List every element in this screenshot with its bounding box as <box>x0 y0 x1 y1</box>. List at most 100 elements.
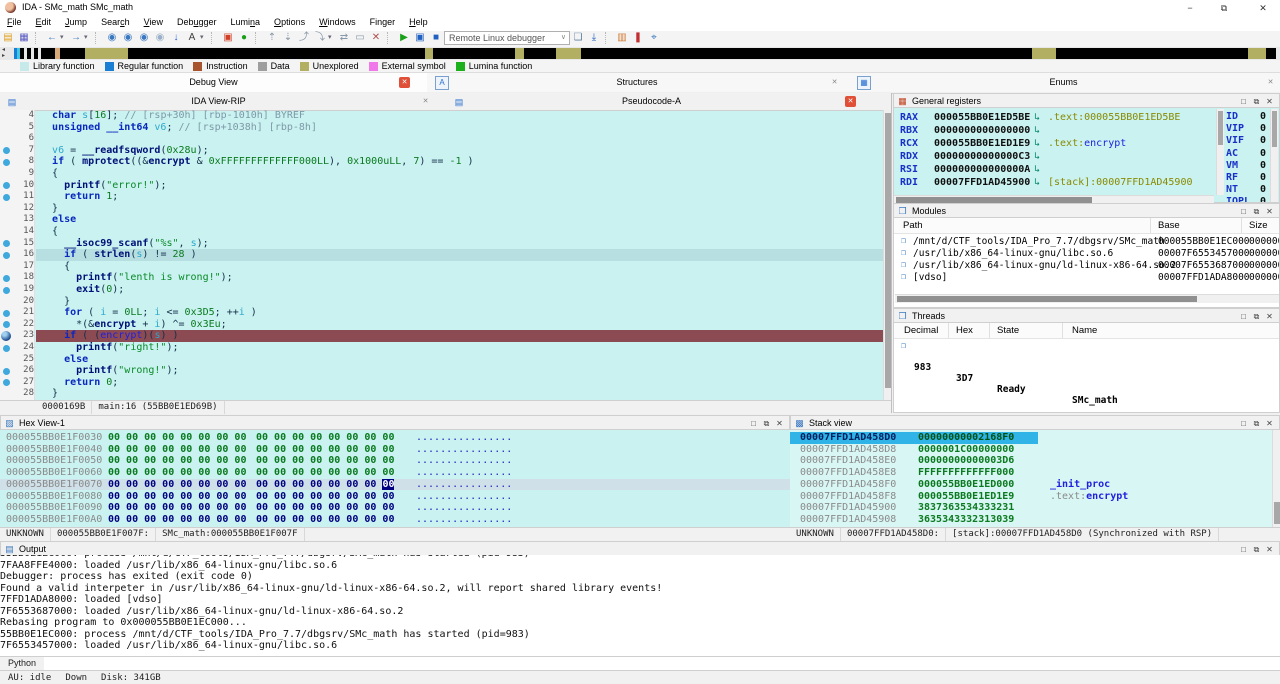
code-line-17[interactable]: 17 { <box>0 261 891 273</box>
code-line-15[interactable]: 15 __isoc99_scanf("%s", s); <box>0 238 891 250</box>
flag-rf[interactable]: RF0 <box>1226 172 1238 184</box>
stack-maximize-icon[interactable]: □ <box>1237 419 1250 428</box>
menu-edit[interactable]: Edit <box>29 16 59 28</box>
stack-row[interactable]: 00007FFD1AD458F8000055BB0E1ED1E9.text:en… <box>790 491 1280 503</box>
run-to-cursor-icon[interactable]: ⤵ <box>312 31 328 45</box>
navband-segments[interactable] <box>14 48 1276 59</box>
stack-row[interactable]: 00007FFD1AD458D80000001C00000000 <box>790 444 1280 456</box>
modules-maximize-icon[interactable]: □ <box>1237 207 1250 216</box>
flag-nt[interactable]: NT0 <box>1226 184 1238 196</box>
search-disabled-icon[interactable]: ◉ <box>152 31 168 45</box>
registers-maximize-icon[interactable]: □ <box>1237 97 1250 106</box>
code-line-25[interactable]: 25 else <box>0 354 891 366</box>
code-line-20[interactable]: 20 } <box>0 296 891 308</box>
step-into-icon[interactable]: ⇡ <box>264 31 280 45</box>
module-row[interactable]: ❒/mnt/d/CTF_tools/IDA_Pro_7.7/dbgsrv/SMc… <box>894 236 1280 248</box>
code-line-10[interactable]: 10 printf("error!"); <box>0 180 891 192</box>
code-line-8[interactable]: 8 if ( mprotect((&encrypt & 0xFFFFFFFFFF… <box>0 156 891 168</box>
nav-forward-icon[interactable]: → <box>68 31 84 45</box>
code-line-22[interactable]: 22 *(&encrypt + i) ^= 0x3Eu; <box>0 319 891 331</box>
hex-row[interactable]: 000055BB0E1F007000 00 00 00 00 00 00 000… <box>0 479 790 491</box>
code-line-14[interactable]: 14 { <box>0 226 891 238</box>
hexview-panel-header[interactable]: ▨ Hex View-1 □⧉✕ <box>0 415 790 430</box>
modules-float-icon[interactable]: ⧉ <box>1250 207 1263 217</box>
threads-maximize-icon[interactable]: □ <box>1237 312 1250 321</box>
firefox-like-icon[interactable]: ▥ <box>614 31 630 45</box>
hex-row[interactable]: 000055BB0E1F004000 00 00 00 00 00 00 000… <box>0 444 790 456</box>
search-next-icon[interactable]: ◉ <box>120 31 136 45</box>
menu-jump[interactable]: Jump <box>58 16 94 28</box>
open-file-icon[interactable]: ▤ <box>0 31 16 45</box>
cancel-icon[interactable]: ✕ <box>368 31 384 45</box>
stack-row[interactable]: 00007FFD1AD459083635343332313039 <box>790 514 1280 526</box>
code-line-21[interactable]: 21 for ( i = 0LL; i <= 0x3D5; ++i ) <box>0 307 891 319</box>
target-icon[interactable]: ⌖ <box>646 31 662 45</box>
flag-iopl[interactable]: IOPL0 <box>1226 196 1250 202</box>
pause-process-icon[interactable]: ▣ <box>412 31 428 45</box>
code-line-19[interactable]: 19 exit(0); <box>0 284 891 296</box>
hexview-maximize-icon[interactable]: □ <box>747 419 760 428</box>
dropdown-caret-icon[interactable]: ▾ <box>84 31 92 45</box>
debugger-selector[interactable]: Remote Linux debugger∨ <box>444 31 570 45</box>
modules-close-icon[interactable]: ✕ <box>1263 207 1276 216</box>
stack-row[interactable]: 00007FFD1AD459003837363534333231 <box>790 502 1280 514</box>
hex-row[interactable]: 000055BB0E1F00A000 00 00 00 00 00 00 000… <box>0 514 790 526</box>
start-process-icon[interactable]: ▶ <box>396 31 412 45</box>
tab-structures[interactable]: A Structures ✕ <box>427 73 848 92</box>
code-line-9[interactable]: 9 { <box>0 168 891 180</box>
code-line-16[interactable]: 16 if ( strlen(s) != 28 ) <box>0 249 891 261</box>
module-row[interactable]: ❒[vdso]00007FFD1ADA80000000000 <box>894 272 1280 284</box>
menu-lumina[interactable]: Lumina <box>224 16 268 28</box>
tab-enums[interactable]: ▦ Enums ✕ <box>847 73 1280 92</box>
code-line-13[interactable]: 13 else <box>0 214 891 226</box>
hex-row[interactable]: 000055BB0E1F006000 00 00 00 00 00 00 000… <box>0 467 790 479</box>
breakpoint-a-icon[interactable]: ▣ <box>220 31 236 45</box>
code-line-12[interactable]: 12 } <box>0 203 891 215</box>
threads-close-icon[interactable]: ✕ <box>1263 312 1276 321</box>
flag-id[interactable]: ID0 <box>1226 111 1238 123</box>
code-line-28[interactable]: 28 } <box>0 388 891 400</box>
modules-hscrollbar[interactable] <box>895 294 1279 303</box>
output-panel-header[interactable]: ▤ Output □⧉✕ <box>0 541 1280 556</box>
code-line-6[interactable]: 6 <box>0 133 891 145</box>
menu-file[interactable]: File <box>0 16 29 28</box>
tab-structures-close-icon[interactable]: ✕ <box>829 77 840 88</box>
hex-row[interactable]: 000055BB0E1F009000 00 00 00 00 00 00 000… <box>0 502 790 514</box>
threads-panel-header[interactable]: ❒ Threads □⧉✕ <box>893 308 1280 323</box>
code-scrollbar[interactable] <box>883 110 892 413</box>
navband-scroll-arrows[interactable]: ◂▸ <box>2 47 12 60</box>
minimize-button[interactable]: − <box>1173 0 1207 16</box>
ida-view-close-icon[interactable]: ✕ <box>420 96 431 107</box>
flag-ac[interactable]: AC0 <box>1226 148 1238 160</box>
code-line-27[interactable]: 27 return 0; <box>0 377 891 389</box>
threads-column-headers[interactable]: Decimal Hex State Name <box>894 323 1280 339</box>
code-line-5[interactable]: 5 unsigned __int64 v6; // [rsp+1038h] [r… <box>0 122 891 134</box>
module-row[interactable]: ❒/usr/lib/x86_64-linux-gnu/libc.so.60000… <box>894 248 1280 260</box>
code-line-4[interactable]: 4 char s[16]; // [rsp+30h] [rbp-1010h] B… <box>0 110 891 122</box>
search-binoculars-icon[interactable]: ◉ <box>104 31 120 45</box>
module-row[interactable]: ❒/usr/lib/x86_64-linux-gnu/ld-linux-x86-… <box>894 260 1280 272</box>
hexview-float-icon[interactable]: ⧉ <box>760 419 773 429</box>
stop-process-icon[interactable]: ■ <box>428 31 444 45</box>
menu-finger[interactable]: Finger <box>363 16 403 28</box>
stack-row[interactable]: 00007FFD1AD458E000000000000003D6 <box>790 455 1280 467</box>
dropdown-caret-icon[interactable]: ▾ <box>60 31 68 45</box>
run-until-return-icon[interactable]: ⤴ <box>296 31 312 45</box>
pseudocode-header[interactable]: ▤ Pseudocode-A ✕ <box>437 93 867 111</box>
restore-button[interactable]: ⧉ <box>1207 0 1241 16</box>
tab-debug-view-close-icon[interactable]: ✕ <box>399 77 410 88</box>
hex-row[interactable]: 000055BB0E1F008000 00 00 00 00 00 00 000… <box>0 491 790 503</box>
code-line-23[interactable]: 23 if ( (encrypt)(s) ) <box>0 330 891 342</box>
save-icon[interactable]: ▦ <box>16 31 32 45</box>
attach-icon[interactable]: ▭ <box>352 31 368 45</box>
stack-close-icon[interactable]: ✕ <box>1263 419 1276 428</box>
modules-panel-header[interactable]: ❒ Modules □⧉✕ <box>893 203 1280 218</box>
menu-options[interactable]: Options <box>267 16 312 28</box>
tab-enums-close-icon[interactable]: ✕ <box>1265 77 1276 88</box>
hex-row[interactable]: 000055BB0E1F003000 00 00 00 00 00 00 000… <box>0 432 790 444</box>
menu-windows[interactable]: Windows <box>312 16 363 28</box>
output-maximize-icon[interactable]: □ <box>1237 545 1250 554</box>
menu-search[interactable]: Search <box>94 16 137 28</box>
hexview-close-icon[interactable]: ✕ <box>773 419 786 428</box>
stack-row[interactable]: 00007FFD1AD458E8FFFFFFFFFFFFF000 <box>790 467 1280 479</box>
